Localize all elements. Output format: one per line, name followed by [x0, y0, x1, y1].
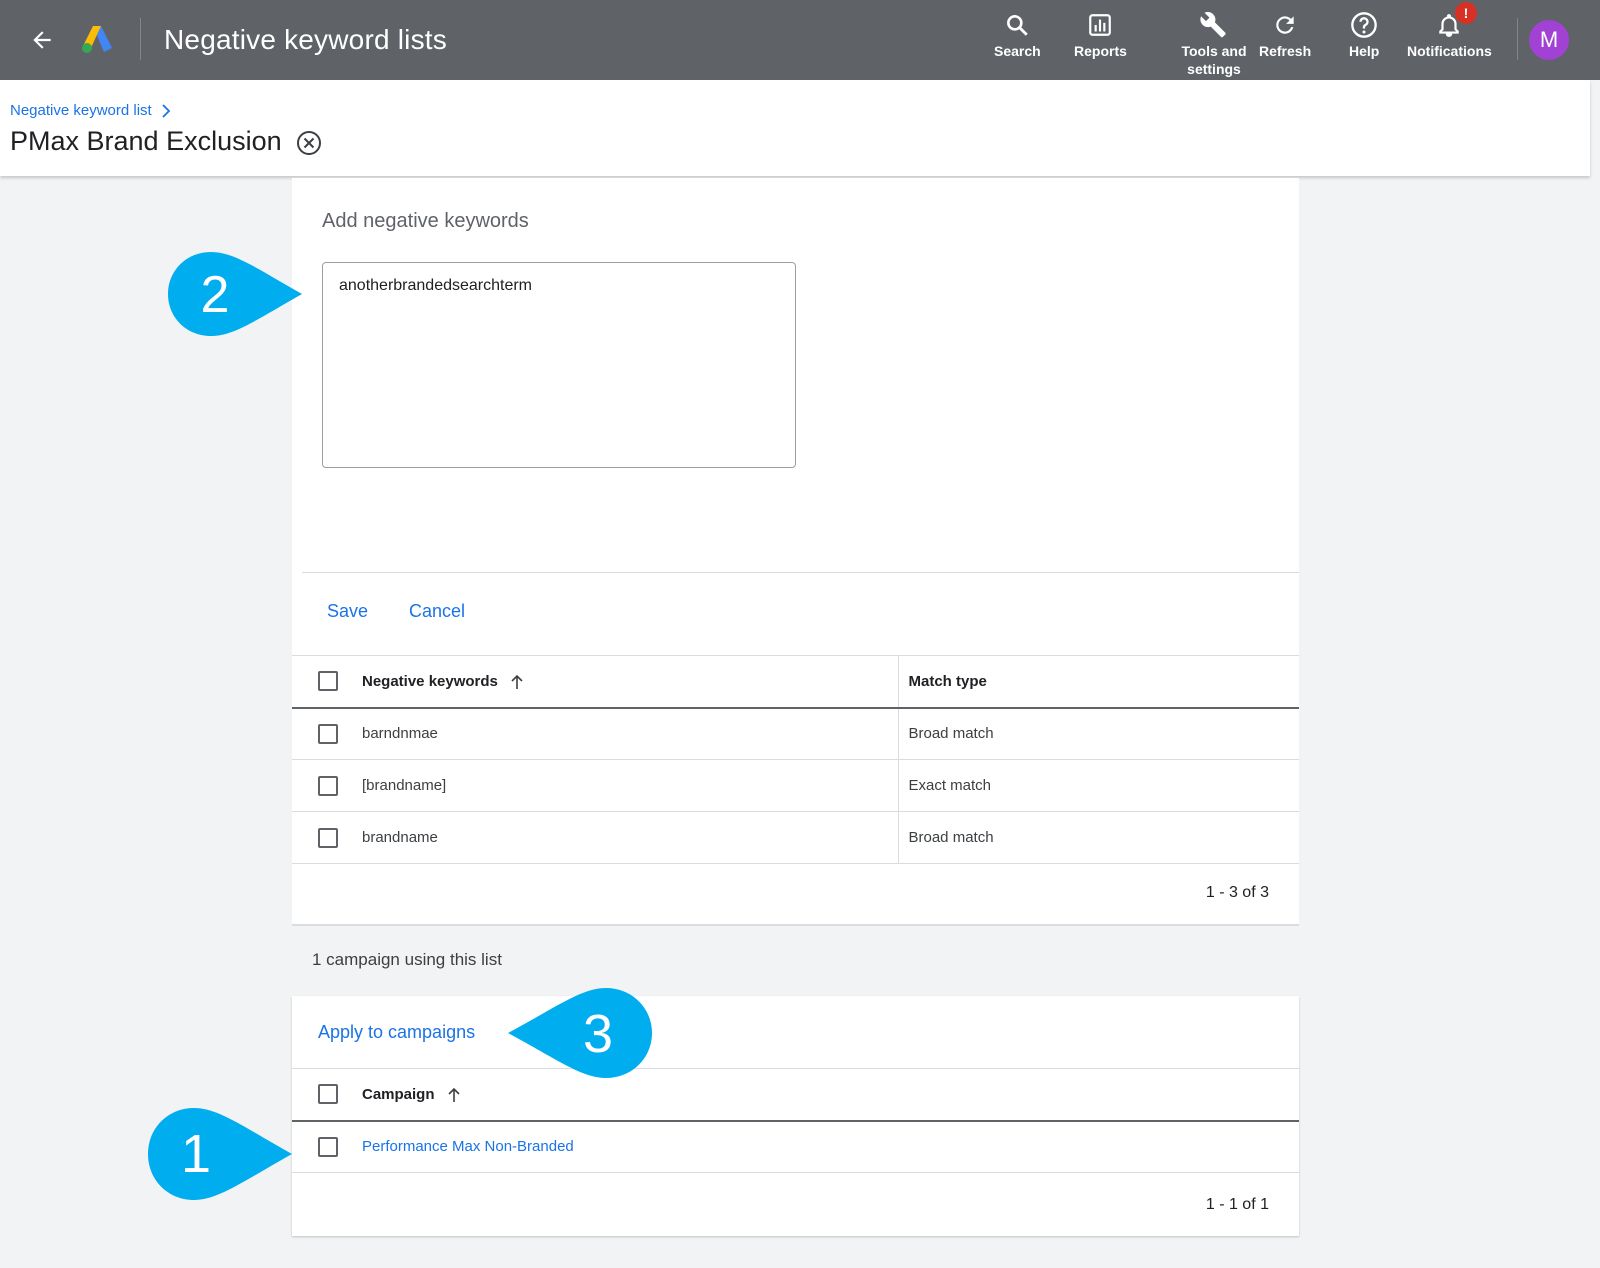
- keywords-pagination: 1 - 3 of 3: [1205, 884, 1269, 901]
- tools-settings-button[interactable]: Tools and settings: [1160, 8, 1268, 78]
- search-button[interactable]: Search: [994, 8, 1041, 60]
- form-actions: Save Cancel: [292, 573, 1299, 655]
- campaigns-pagination: 1 - 1 of 1: [1205, 1196, 1269, 1213]
- notifications-button[interactable]: ! Notifications: [1407, 2, 1492, 60]
- notifications-label: Notifications: [1407, 43, 1492, 59]
- breadcrumb-link[interactable]: Negative keyword list: [10, 102, 152, 119]
- table-row: barndnmae Broad match: [292, 707, 1299, 760]
- reports-label: Reports: [1074, 43, 1127, 59]
- google-ads-logo-icon: [82, 26, 112, 53]
- search-label: Search: [994, 43, 1041, 59]
- cancel-button[interactable]: Cancel: [409, 601, 465, 622]
- sort-ascending-icon: [448, 1087, 460, 1102]
- tools-settings-label: Tools and settings: [1181, 43, 1247, 77]
- callout-number: 3: [583, 1004, 613, 1064]
- keyword-cell: barndnmae: [362, 707, 898, 760]
- callout-2: 2: [168, 252, 302, 336]
- reports-button[interactable]: Reports: [1074, 8, 1127, 60]
- callout-3: 3: [508, 988, 652, 1078]
- wrench-icon: [1200, 12, 1226, 38]
- page-title: PMax Brand Exclusion: [10, 126, 282, 156]
- negative-keywords-table: Negative keywords Match type barndnmae B…: [292, 655, 1299, 864]
- breadcrumb[interactable]: Negative keyword list: [10, 102, 172, 119]
- row-checkbox[interactable]: [318, 827, 338, 848]
- table-header-row: Campaign: [292, 1068, 1299, 1122]
- table-row: [brandname] Exact match: [292, 759, 1299, 812]
- row-checkbox[interactable]: [318, 775, 338, 796]
- add-keywords-title: Add negative keywords: [322, 210, 529, 232]
- refresh-label: Refresh: [1259, 43, 1312, 59]
- sort-ascending-icon: [511, 674, 523, 689]
- apply-to-campaigns-button[interactable]: Apply to campaigns: [318, 1022, 475, 1043]
- select-all-checkbox[interactable]: [318, 1084, 338, 1105]
- column-label: Negative keywords: [362, 672, 498, 690]
- row-checkbox[interactable]: [318, 723, 338, 744]
- topbar-divider-right: [1517, 18, 1518, 60]
- campaigns-card: Apply to campaigns Campaign Performance …: [292, 996, 1299, 1236]
- column-label: Campaign: [362, 1085, 435, 1103]
- match-type-cell: Broad match: [897, 811, 1299, 864]
- row-checkbox[interactable]: [318, 1136, 338, 1157]
- help-button[interactable]: Help: [1349, 8, 1379, 60]
- back-button[interactable]: [24, 22, 60, 58]
- table-header-row: Negative keywords Match type: [292, 655, 1299, 709]
- add-keywords-section: Add negative keywords: [292, 178, 1299, 573]
- negative-keywords-card: Add negative keywords Save Cancel Negati…: [292, 178, 1299, 926]
- callout-number: 1: [181, 1124, 211, 1184]
- campaign-link[interactable]: Performance Max Non-Branded: [362, 1138, 574, 1155]
- keyword-cell: [brandname]: [362, 759, 898, 812]
- table-row: Performance Max Non-Branded: [292, 1120, 1299, 1173]
- column-label: Match type: [908, 672, 987, 690]
- campaigns-table: Campaign Performance Max Non-Branded: [292, 1068, 1299, 1173]
- card-bottom-edge: [292, 924, 1299, 926]
- column-negative-keywords[interactable]: Negative keywords: [362, 655, 898, 709]
- refresh-button[interactable]: Refresh: [1259, 8, 1311, 60]
- column-campaign[interactable]: Campaign: [362, 1068, 1299, 1122]
- arrow-back-icon: [33, 31, 51, 49]
- match-type-cell: Exact match: [897, 759, 1299, 812]
- page-header: Negative keyword list PMax Brand Exclusi…: [0, 80, 1590, 176]
- account-avatar[interactable]: M: [1529, 20, 1569, 60]
- app-title: Negative keyword lists: [164, 24, 447, 55]
- negative-keywords-textarea[interactable]: [322, 262, 796, 468]
- remove-circle-icon[interactable]: [296, 130, 322, 156]
- table-row: brandname Broad match: [292, 811, 1299, 864]
- save-button[interactable]: Save: [327, 601, 368, 622]
- callout-number: 2: [201, 266, 230, 324]
- topbar-divider: [140, 18, 141, 60]
- select-all-checkbox[interactable]: [318, 671, 338, 692]
- refresh-icon: [1276, 16, 1294, 34]
- help-icon: [1351, 12, 1378, 38]
- help-label: Help: [1349, 43, 1380, 59]
- notification-badge: !: [1455, 2, 1477, 24]
- top-app-bar: Negative keyword lists Search Reports To…: [0, 0, 1600, 80]
- reports-icon: [1089, 14, 1112, 36]
- column-match-type[interactable]: Match type: [897, 655, 1299, 709]
- search-icon: [1007, 15, 1029, 36]
- match-type-cell: Broad match: [897, 707, 1299, 760]
- keyword-cell: brandname: [362, 811, 898, 864]
- callout-1: 1: [148, 1108, 292, 1200]
- chevron-right-icon: [162, 103, 171, 118]
- campaigns-count-label: 1 campaign using this list: [312, 950, 502, 969]
